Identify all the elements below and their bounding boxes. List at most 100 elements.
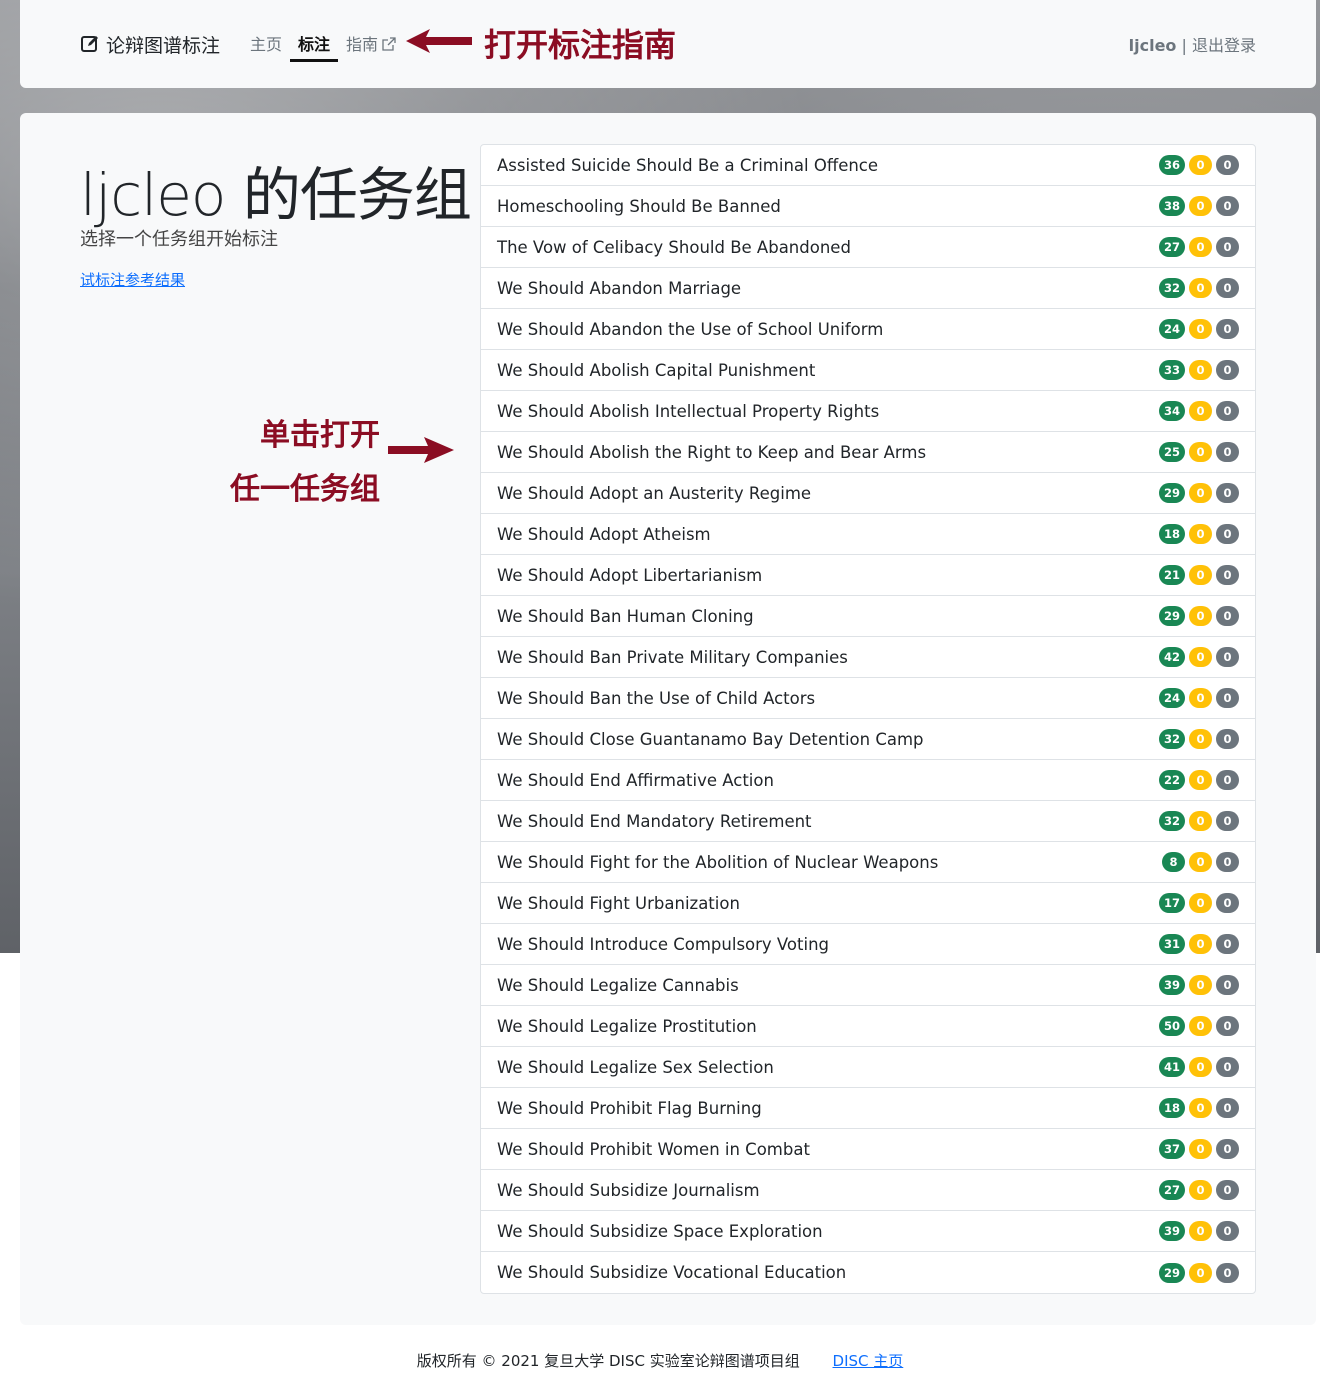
count-badge-other: 0 <box>1216 565 1239 585</box>
task-badges: 29 0 0 <box>1158 606 1239 626</box>
count-badge-done: 27 <box>1158 1180 1185 1200</box>
task-group-item[interactable]: We Should Adopt Atheism 18 0 0 <box>481 514 1255 555</box>
task-group-item[interactable]: The Vow of Celibacy Should Be Abandoned 2… <box>481 227 1255 268</box>
task-group-name: We Should End Mandatory Retirement <box>497 811 812 831</box>
count-badge-other: 0 <box>1216 811 1239 831</box>
logout-link[interactable]: 退出登录 <box>1192 36 1256 55</box>
task-group-name: Homeschooling Should Be Banned <box>497 196 781 216</box>
count-badge-progress: 0 <box>1189 934 1212 954</box>
count-badge-progress: 0 <box>1189 360 1212 380</box>
task-group-item[interactable]: We Should End Affirmative Action 22 0 0 <box>481 760 1255 801</box>
count-badge-progress: 0 <box>1189 975 1212 995</box>
arrow-right-icon <box>388 437 454 467</box>
task-group-item[interactable]: We Should Ban Human Cloning 29 0 0 <box>481 596 1255 637</box>
count-badge-other: 0 <box>1216 1262 1239 1283</box>
count-badge-other: 0 <box>1216 278 1239 298</box>
task-badges: 38 0 0 <box>1158 196 1239 216</box>
task-group-item[interactable]: Assisted Suicide Should Be a Criminal Of… <box>481 145 1255 186</box>
task-group-item[interactable]: We Should Legalize Prostitution 50 0 0 <box>481 1006 1255 1047</box>
count-badge-progress: 0 <box>1189 1221 1212 1241</box>
brand-label: 论辩图谱标注 <box>106 34 221 57</box>
task-group-item[interactable]: We Should Abandon the Use of School Unif… <box>481 309 1255 350</box>
task-group-name: We Should End Affirmative Action <box>497 770 774 790</box>
username: ljcleo <box>1128 36 1177 55</box>
count-badge-other: 0 <box>1216 893 1239 913</box>
task-group-item[interactable]: Homeschooling Should Be Banned 38 0 0 <box>481 186 1255 227</box>
count-badge-progress: 0 <box>1189 811 1212 831</box>
task-group-item[interactable]: We Should Subsidize Space Exploration 39 0… <box>481 1211 1255 1252</box>
task-badges: 50 0 0 <box>1158 1016 1239 1036</box>
count-badge-done: 39 <box>1158 975 1185 995</box>
count-badge-other: 0 <box>1216 483 1239 503</box>
count-badge-done: 31 <box>1158 934 1185 954</box>
task-group-item[interactable]: We Should Subsidize Vocational Education… <box>481 1252 1255 1293</box>
task-group-item[interactable]: We Should Prohibit Flag Burning 18 0 0 <box>481 1088 1255 1129</box>
count-badge-progress: 0 <box>1189 524 1212 544</box>
task-badges: 33 0 0 <box>1158 360 1239 380</box>
task-group-item[interactable]: We Should Prohibit Women in Combat 37 0 0 <box>481 1129 1255 1170</box>
count-badge-done: 32 <box>1158 729 1185 749</box>
task-group-item[interactable]: We Should Fight for the Abolition of Nuc… <box>481 842 1255 883</box>
count-badge-progress: 0 <box>1189 565 1212 585</box>
task-group-item[interactable]: We Should Subsidize Journalism 27 0 0 <box>481 1170 1255 1211</box>
task-group-item[interactable]: We Should Ban Private Military Companies… <box>481 637 1255 678</box>
count-badge-done: 39 <box>1158 1221 1185 1241</box>
task-group-item[interactable]: We Should Adopt Libertarianism 21 0 0 <box>481 555 1255 596</box>
nav-annotate[interactable]: 标注 <box>298 31 330 55</box>
nav-guide[interactable]: 指南 <box>346 31 396 55</box>
task-group-item[interactable]: We Should Ban the Use of Child Actors 24 0… <box>481 678 1255 719</box>
count-badge-done: 8 <box>1162 852 1185 872</box>
count-badge-done: 36 <box>1158 155 1185 175</box>
task-group-item[interactable]: We Should Abolish Capital Punishment 33 0 0 <box>481 350 1255 391</box>
task-group-item[interactable]: We Should Abandon Marriage 32 0 0 <box>481 268 1255 309</box>
count-badge-other: 0 <box>1216 852 1239 872</box>
edit-square-icon <box>80 34 100 54</box>
trial-results-link[interactable]: 试标注参考结果 <box>80 269 185 290</box>
task-group-item[interactable]: We Should Legalize Sex Selection 41 0 0 <box>481 1047 1255 1088</box>
task-badges: 39 0 0 <box>1158 975 1239 995</box>
main-card: ljcleo 的任务组 选择一个任务组开始标注 试标注参考结果 单击打开 任一任… <box>20 113 1316 1325</box>
nav-home[interactable]: 主页 <box>250 31 282 55</box>
task-badges: 27 0 0 <box>1158 237 1239 257</box>
task-group-name: The Vow of Celibacy Should Be Abandoned <box>497 237 851 257</box>
count-badge-done: 18 <box>1158 524 1185 544</box>
disc-home-link[interactable]: DISC 主页 <box>833 1352 904 1370</box>
task-badges: 29 0 0 <box>1158 483 1239 503</box>
task-group-name: We Should Abolish Intellectual Property … <box>497 401 880 421</box>
count-badge-other: 0 <box>1216 770 1239 790</box>
count-badge-progress: 0 <box>1189 1057 1212 1077</box>
task-group-name: We Should Subsidize Journalism <box>497 1180 760 1200</box>
task-group-name: We Should Abandon the Use of School Unif… <box>497 319 884 339</box>
count-badge-progress: 0 <box>1189 442 1212 462</box>
task-group-name: We Should Subsidize Vocational Education <box>497 1263 847 1282</box>
task-group-item[interactable]: We Should Adopt an Austerity Regime 29 0 0 <box>481 473 1255 514</box>
count-badge-other: 0 <box>1216 1180 1239 1200</box>
count-badge-other: 0 <box>1216 442 1239 462</box>
task-group-name: We Should Adopt Libertarianism <box>497 565 763 585</box>
count-badge-done: 22 <box>1158 770 1185 790</box>
count-badge-done: 33 <box>1158 360 1185 380</box>
count-badge-progress: 0 <box>1189 606 1212 626</box>
task-badges: 22 0 0 <box>1158 770 1239 790</box>
task-badges: 41 0 0 <box>1158 1057 1239 1077</box>
count-badge-progress: 0 <box>1189 770 1212 790</box>
task-group-item[interactable]: We Should Abolish Intellectual Property … <box>481 391 1255 432</box>
task-group-name: We Should Ban the Use of Child Actors <box>497 688 816 708</box>
task-group-item[interactable]: We Should Introduce Compulsory Voting 31 0… <box>481 924 1255 965</box>
task-badges: 17 0 0 <box>1158 893 1239 913</box>
task-badges: 18 0 0 <box>1158 524 1239 544</box>
task-group-item[interactable]: We Should Abolish the Right to Keep and … <box>481 432 1255 473</box>
nav-guide-label: 指南 <box>346 35 379 54</box>
annotation-click-group: 单击打开 任一任务组 <box>190 409 380 517</box>
count-badge-done: 29 <box>1158 483 1185 503</box>
external-link-icon <box>382 36 396 51</box>
count-badge-done: 42 <box>1158 647 1185 667</box>
brand[interactable]: 论辩图谱标注 <box>80 30 220 58</box>
task-group-item[interactable]: We Should Close Guantanamo Bay Detention… <box>481 719 1255 760</box>
task-group-item[interactable]: We Should End Mandatory Retirement 32 0 0 <box>481 801 1255 842</box>
task-group-item[interactable]: We Should Fight Urbanization 17 0 0 <box>481 883 1255 924</box>
task-group-item[interactable]: We Should Legalize Cannabis 39 0 0 <box>481 965 1255 1006</box>
annotation-open-guide: 打开标注指南 <box>406 20 676 66</box>
task-group-name: We Should Prohibit Women in Combat <box>497 1139 810 1159</box>
count-badge-progress: 0 <box>1189 155 1212 175</box>
